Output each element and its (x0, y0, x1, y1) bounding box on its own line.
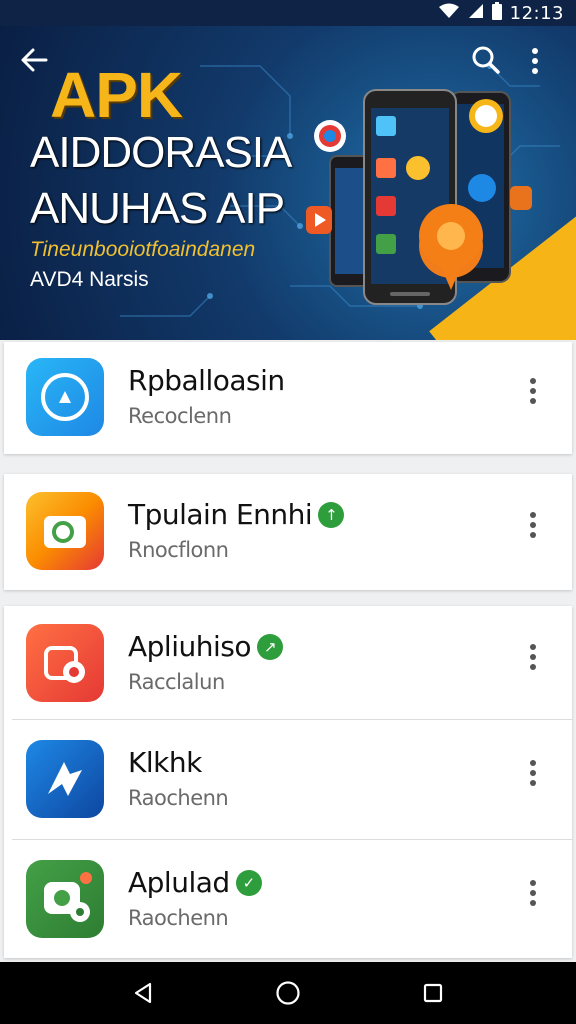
overflow-menu-button[interactable] (530, 46, 558, 82)
banner-subtitle: Tineunbooiotfoaindanen (30, 238, 256, 261)
compass-app-icon (26, 358, 104, 436)
app-card: Tpulain Ennhi ↑ Rnocflonn (4, 474, 572, 590)
app-more-button[interactable] (528, 878, 552, 918)
search-icon (472, 46, 500, 74)
app-list-item[interactable]: Rpballoasin Recoclenn (4, 340, 572, 456)
list-divider (12, 719, 572, 720)
app-more-button[interactable] (528, 758, 552, 798)
app-card: Rpballoasin Recoclenn (4, 342, 572, 454)
app-subtitle: Rnocflonn (128, 538, 229, 562)
app-name: Klkhk (128, 746, 202, 779)
more-vert-icon (530, 644, 536, 670)
record-app-icon (26, 624, 104, 702)
hero-banner: APK AIDDORASIA ANUHAS AIP Tineunbooiotfo… (0, 26, 576, 340)
app-list-item[interactable]: Apliuhiso ↗ Racclalun (4, 606, 572, 722)
home-circle-icon (276, 981, 300, 1005)
app-name: Tpulain Ennhi ↑ (128, 498, 345, 531)
wifi-icon (438, 3, 460, 24)
app-list-item[interactable]: Tpulain Ennhi ↑ Rnocflonn (4, 474, 572, 590)
app-list-item[interactable]: Aplulad ✓ Raochenn (4, 842, 572, 958)
app-card: Apliuhiso ↗ Racclalun Klkhk Raochenn Aplu… (4, 606, 572, 958)
recents-square-icon (424, 983, 443, 1003)
system-nav-bar (0, 962, 576, 1024)
app-more-button[interactable] (528, 642, 552, 682)
app-more-button[interactable] (528, 376, 552, 416)
app-name: Apliuhiso ↗ (128, 630, 283, 663)
search-button[interactable] (470, 44, 506, 80)
back-arrow-icon (21, 48, 48, 72)
app-subtitle: Raochenn (128, 906, 229, 930)
battery-icon (491, 1, 502, 25)
camera-gear-app-icon (26, 860, 104, 938)
nav-home-button[interactable] (268, 973, 308, 1013)
more-vert-icon (530, 880, 536, 906)
camera-app-icon (26, 492, 104, 570)
app-subtitle: Recoclenn (128, 404, 232, 428)
app-more-button[interactable] (528, 510, 552, 550)
banner-title: APK (50, 59, 183, 131)
phones-illustration (306, 89, 532, 305)
nav-recents-button[interactable] (413, 973, 453, 1013)
list-divider (12, 839, 572, 840)
sketch-app-icon (26, 740, 104, 818)
back-triangle-icon (134, 982, 151, 1004)
app-name: Aplulad ✓ (128, 866, 262, 899)
more-vert-icon (532, 48, 538, 74)
more-vert-icon (530, 512, 536, 538)
more-vert-icon (530, 760, 536, 786)
app-name: Rpballoasin (128, 364, 285, 397)
verified-badge-icon: ✓ (235, 869, 262, 896)
banner-line-1: AIDDORASIA (30, 128, 292, 177)
nav-back-button[interactable] (123, 973, 163, 1013)
app-subtitle: Raochenn (128, 786, 229, 810)
more-vert-icon (530, 378, 536, 404)
status-bar: 12:13 (0, 0, 576, 26)
status-time: 12:13 (509, 2, 564, 24)
app-list-item[interactable]: Klkhk Raochenn (4, 722, 572, 838)
verified-badge-icon: ↑ (318, 501, 345, 528)
banner-line-2: ANUHAS AIP (30, 184, 285, 233)
app-subtitle: Racclalun (128, 670, 225, 694)
banner-tagline: AVD4 Narsis (30, 268, 149, 291)
signal-icon (468, 3, 484, 24)
verified-badge-icon: ↗ (256, 633, 283, 660)
